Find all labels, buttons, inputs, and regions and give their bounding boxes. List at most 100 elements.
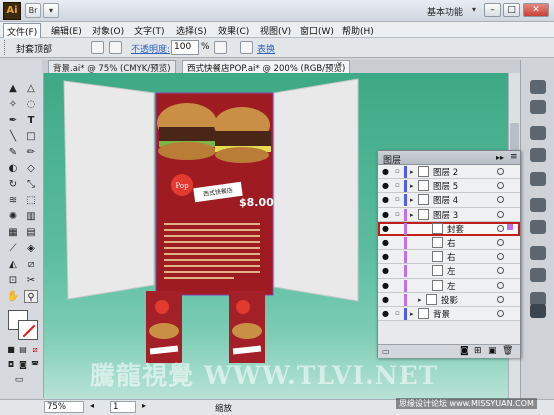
lock-icon[interactable]: ▫ — [393, 195, 402, 204]
layer-name[interactable]: 图层 4 — [433, 194, 458, 206]
layer-row[interactable]: ● 右 — [378, 235, 520, 251]
expand-arrow-icon[interactable]: ▸ — [410, 196, 414, 204]
menu-edit[interactable]: 编辑(E) — [48, 23, 85, 38]
visibility-eye-icon[interactable]: ● — [381, 167, 390, 176]
layer-row[interactable]: ● ▫ ▸ 图层 3 — [378, 207, 520, 222]
appearance-panel-icon[interactable] — [530, 268, 546, 282]
menu-view[interactable]: 视图(V) — [257, 23, 294, 38]
zoom-field[interactable]: 75% — [44, 401, 84, 413]
target-circle-icon[interactable] — [497, 238, 504, 246]
hand-tool-icon[interactable]: ✋ — [6, 290, 20, 303]
rotate-tool-icon[interactable]: ↻ — [6, 178, 20, 191]
layer-name[interactable]: 右 — [447, 251, 456, 263]
color-guide-icon[interactable] — [530, 100, 546, 114]
arrange-documents-button[interactable]: ▾ — [43, 3, 59, 18]
workspace-switcher[interactable]: 基本功能 — [427, 5, 463, 18]
target-circle-icon[interactable] — [497, 168, 504, 175]
layer-name[interactable]: 左 — [447, 265, 456, 277]
layer-name[interactable]: 图层 3 — [433, 209, 458, 221]
opacity-label[interactable]: 不透明度: — [131, 42, 170, 55]
menu-window[interactable]: 窗口(W) — [297, 23, 337, 38]
zoom-tool-icon[interactable]: ⚲ — [24, 290, 38, 303]
selection-tool-icon[interactable]: ▲ — [6, 82, 20, 95]
target-circle-icon[interactable] — [497, 210, 504, 218]
layers-panel-icon[interactable] — [530, 304, 546, 318]
menu-object[interactable]: 对象(O) — [89, 23, 127, 38]
layer-row[interactable]: ● 封套 — [378, 221, 520, 236]
target-circle-icon[interactable] — [497, 182, 504, 190]
live-paint-tool-icon[interactable]: ◭ — [6, 258, 20, 271]
target-circle-icon[interactable] — [497, 281, 504, 289]
lock-icon[interactable]: ▫ — [393, 309, 402, 318]
pencil-tool-icon[interactable]: ✏ — [24, 146, 38, 159]
layer-row[interactable]: ● 左 — [378, 278, 520, 293]
stroke-swatch[interactable] — [18, 320, 38, 340]
artboard-tool-icon[interactable]: ⊡ — [6, 274, 20, 287]
visibility-eye-icon[interactable]: ● — [381, 281, 390, 290]
next-artboard-icon[interactable]: ▸ — [142, 401, 146, 410]
scissors-tool-icon[interactable]: ✂ — [24, 274, 38, 287]
symbols-panel-icon[interactable] — [530, 172, 546, 186]
expand-arrow-icon[interactable]: ▸ — [410, 182, 414, 190]
visibility-eye-icon[interactable]: ● — [381, 295, 390, 304]
visibility-eye-icon[interactable]: ● — [381, 181, 390, 190]
stroke-panel-icon[interactable] — [530, 198, 546, 212]
color-panel-icon[interactable] — [530, 80, 546, 94]
target-circle-icon[interactable] — [497, 295, 504, 303]
lock-icon[interactable] — [393, 224, 402, 233]
brushes-panel-icon[interactable] — [530, 148, 546, 162]
draw-inside-icon[interactable]: ◚ — [28, 358, 42, 371]
expand-arrow-icon[interactable]: ▸ — [410, 310, 414, 318]
expand-arrow-icon[interactable]: ▸ — [410, 168, 414, 176]
edit-envelope-icon[interactable] — [91, 41, 104, 54]
eraser-tool-icon[interactable]: ◇ — [24, 162, 38, 175]
menu-type[interactable]: 文字(T) — [131, 23, 168, 38]
layer-name[interactable]: 背景 — [433, 308, 450, 320]
layer-row[interactable]: ● ▫ ▸ 图层 5 — [378, 179, 520, 194]
free-transform-tool-icon[interactable]: ⬚ — [24, 194, 38, 207]
swatches-panel-icon[interactable] — [530, 126, 546, 140]
menu-help[interactable]: 帮助(H) — [339, 23, 377, 38]
close-button[interactable]: ✕ — [523, 3, 549, 17]
warp-tool-icon[interactable]: ≋ — [6, 194, 20, 207]
expand-arrow-icon[interactable]: ▸ — [410, 211, 414, 219]
visibility-eye-icon[interactable]: ● — [381, 195, 390, 204]
lock-icon[interactable] — [393, 281, 402, 290]
delete-layer-icon[interactable]: 🗑 — [502, 346, 513, 356]
target-circle-icon[interactable] — [497, 253, 504, 261]
lasso-tool-icon[interactable]: ◌ — [24, 98, 38, 111]
tab-pop-doc[interactable]: 西式快餐店POP.ai* @ 200% (RGB/预览) — [182, 60, 351, 74]
lock-icon[interactable]: ▫ — [393, 181, 402, 190]
lock-icon[interactable] — [393, 252, 402, 261]
maximize-button[interactable]: □ — [503, 3, 520, 17]
type-tool-icon[interactable]: T — [24, 114, 38, 127]
none-mode-icon[interactable]: ⧄ — [28, 343, 42, 356]
lock-icon[interactable] — [393, 238, 402, 247]
visibility-eye-icon[interactable]: ● — [381, 210, 390, 219]
graph-tool-icon[interactable]: ▥ — [24, 210, 38, 223]
envelope-options-icon[interactable] — [240, 41, 253, 54]
line-tool-icon[interactable]: ╲ — [6, 130, 20, 143]
slice-tool-icon[interactable]: ⧄ — [24, 258, 38, 271]
rectangle-tool-icon[interactable]: □ — [24, 130, 38, 143]
make-clip-mask-icon[interactable]: ◙ — [460, 346, 469, 356]
visibility-eye-icon[interactable]: ● — [381, 238, 390, 247]
layer-name[interactable]: 封套 — [447, 223, 464, 235]
gradient-tool-icon[interactable]: ▤ — [24, 226, 38, 239]
layer-row[interactable]: ● 右 — [378, 250, 520, 265]
layer-row[interactable]: ● ▫ ▸ 图层 4 — [378, 193, 520, 208]
mesh-tool-icon[interactable]: ▦ — [6, 226, 20, 239]
lock-icon[interactable]: ▫ — [393, 210, 402, 219]
layer-row[interactable]: ● 左 — [378, 264, 520, 279]
selection-indicator[interactable] — [507, 223, 513, 230]
visibility-eye-icon[interactable]: ● — [381, 252, 390, 261]
layer-name[interactable]: 左 — [447, 280, 456, 292]
visibility-eye-icon[interactable]: ● — [381, 224, 390, 233]
lock-icon[interactable] — [393, 295, 402, 304]
minimize-button[interactable]: – — [484, 3, 501, 17]
lock-icon[interactable]: ▫ — [393, 167, 402, 176]
visibility-eye-icon[interactable]: ● — [381, 309, 390, 318]
menu-effect[interactable]: 效果(C) — [215, 23, 252, 38]
target-circle-icon[interactable] — [497, 224, 504, 232]
target-circle-icon[interactable] — [497, 309, 504, 317]
